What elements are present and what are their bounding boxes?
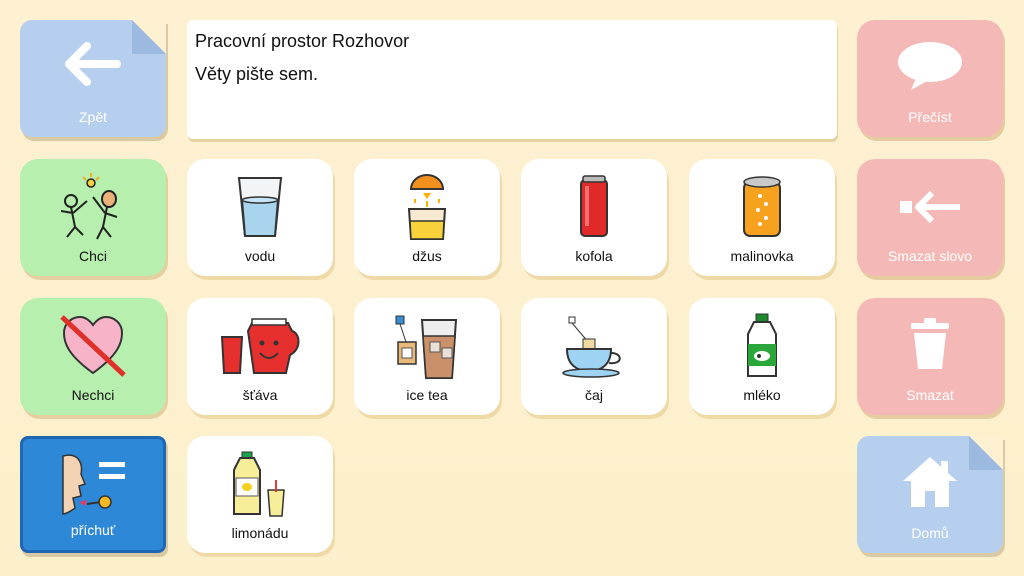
juice-squeezer-icon	[354, 169, 500, 245]
word-label: džus	[412, 248, 442, 264]
flavor-label: příchuť	[70, 522, 116, 538]
clear-label: Smazat	[906, 387, 954, 403]
taste-icon	[23, 447, 163, 523]
orange-can-icon	[689, 169, 835, 245]
delete-word-button[interactable]: Smazat slovo	[857, 159, 1003, 276]
word-label: ice tea	[406, 387, 448, 403]
word-label: čaj	[585, 387, 603, 403]
word-kofola[interactable]: kofola	[521, 159, 667, 276]
word-limonadu[interactable]: limonádu	[187, 436, 333, 553]
milk-bottle-icon	[689, 308, 835, 384]
speech-bubble-icon	[857, 36, 1003, 96]
crossed-heart-icon	[20, 308, 166, 384]
trash-icon	[857, 312, 1003, 376]
read-button[interactable]: Přečíst	[857, 20, 1003, 137]
word-label: vodu	[244, 248, 276, 264]
iced-tea-icon	[354, 308, 500, 384]
word-caj[interactable]: čaj	[521, 298, 667, 415]
word-ice-tea[interactable]: ice tea	[354, 298, 500, 415]
word-stava[interactable]: šťáva	[187, 298, 333, 415]
back-button[interactable]: Zpět	[20, 20, 166, 137]
word-label: šťáva	[242, 387, 278, 403]
word-dzus[interactable]: džus	[354, 159, 500, 276]
teacup-icon	[521, 308, 667, 384]
word-label: limonádu	[231, 525, 289, 541]
juice-jug-icon	[187, 308, 333, 384]
flavor-category-button[interactable]: příchuť	[20, 436, 166, 553]
word-vodu[interactable]: vodu	[187, 159, 333, 276]
workspace-placeholder: Věty pište sem.	[195, 64, 319, 84]
dont-want-label: Nechci	[71, 387, 115, 403]
want-label: Chci	[78, 248, 107, 264]
red-can-icon	[521, 169, 667, 245]
word-mleko[interactable]: mléko	[689, 298, 835, 415]
word-malinovka[interactable]: malinovka	[689, 159, 835, 276]
delete-word-label: Smazat slovo	[887, 248, 973, 264]
home-button[interactable]: Domů	[857, 436, 1003, 553]
delete-word-icon	[857, 177, 1003, 237]
arrow-left-icon	[20, 34, 166, 94]
want-icon	[20, 169, 166, 245]
workspace-title: Pracovní prostor Rozhovor	[195, 31, 410, 51]
house-icon	[857, 452, 1003, 512]
word-label: mléko	[743, 387, 781, 403]
word-label: kofola	[575, 248, 613, 264]
home-label: Domů	[911, 525, 949, 541]
back-label: Zpět	[78, 109, 107, 125]
dont-want-category-button[interactable]: Nechci	[20, 298, 166, 415]
want-category-button[interactable]: Chci	[20, 159, 166, 276]
clear-button[interactable]: Smazat	[857, 298, 1003, 415]
read-label: Přečíst	[908, 109, 952, 125]
lemonade-icon	[187, 446, 333, 522]
glass-of-water-icon	[187, 169, 333, 245]
word-label: malinovka	[730, 248, 794, 264]
message-workspace[interactable]: Pracovní prostor Rozhovor Věty pište sem…	[187, 20, 837, 139]
